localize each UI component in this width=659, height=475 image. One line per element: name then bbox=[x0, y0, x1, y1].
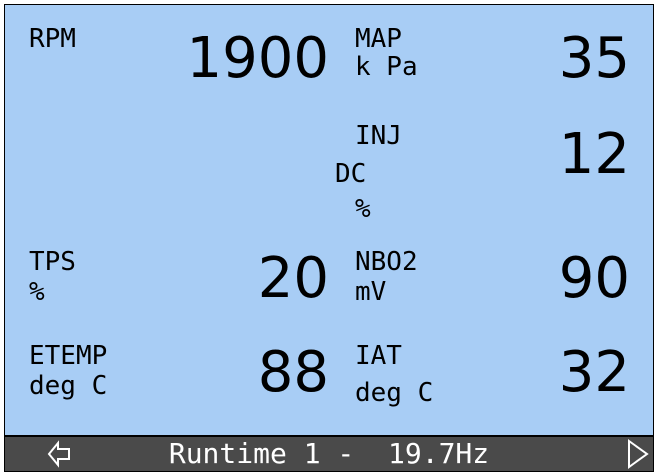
tps-value: 20 bbox=[257, 246, 329, 311]
iat-label: IAT bbox=[355, 341, 402, 371]
gauge-screen: RPM 1900 MAP k Pa 35 INJ DC % 12 TPS % 2… bbox=[4, 4, 654, 436]
page-title: Runtime 1 - 19.7Hz bbox=[168, 437, 490, 470]
iat-unit: deg C bbox=[355, 378, 434, 408]
etemp-value: 88 bbox=[257, 340, 329, 405]
status-footer: Runtime 1 - 19.7Hz bbox=[4, 436, 654, 472]
rpm-label: RPM bbox=[29, 24, 76, 54]
nbo2-value: 90 bbox=[558, 246, 630, 311]
map-unit: k Pa bbox=[355, 52, 418, 82]
inj-value: 12 bbox=[558, 122, 630, 187]
nbo2-unit: mV bbox=[355, 277, 387, 307]
inj-label: INJ bbox=[355, 121, 402, 151]
right-arrow-icon[interactable] bbox=[623, 437, 653, 471]
map-value: 35 bbox=[558, 26, 630, 91]
inj-unit-line1: DC bbox=[335, 159, 367, 189]
nbo2-label: NBO2 bbox=[355, 247, 418, 277]
tps-label: TPS bbox=[29, 247, 76, 277]
tps-unit: % bbox=[29, 277, 45, 307]
etemp-unit: deg C bbox=[29, 371, 108, 401]
inj-unit-line2: % bbox=[355, 194, 371, 224]
iat-value: 32 bbox=[558, 340, 630, 405]
etemp-label: ETEMP bbox=[29, 341, 108, 371]
map-label: MAP bbox=[355, 24, 402, 54]
rpm-value: 1900 bbox=[186, 26, 329, 91]
